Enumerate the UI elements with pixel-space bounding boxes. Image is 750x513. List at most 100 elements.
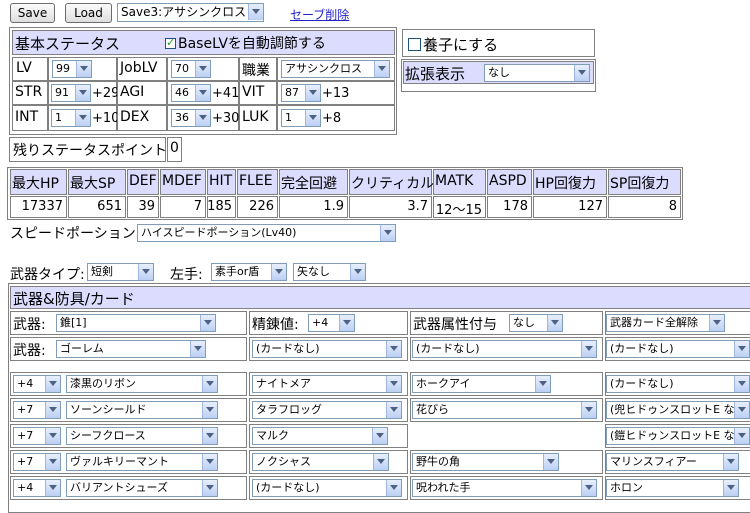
weapon2-value: ゴーレム bbox=[60, 342, 104, 355]
chevron-down-icon bbox=[373, 454, 388, 470]
armor-card3-select-value: (カードなし) bbox=[610, 377, 674, 390]
armor-refine-select[interactable]: +7 bbox=[13, 427, 61, 445]
vit-select[interactable]: 87 bbox=[281, 84, 321, 102]
armor-card2-select[interactable]: 呪われた手 bbox=[412, 479, 597, 497]
armor-item-select[interactable]: ソーンシールド bbox=[66, 401, 218, 419]
chevron-down-icon bbox=[45, 454, 60, 470]
chevron-down-icon bbox=[734, 402, 749, 418]
chevron-down-icon bbox=[372, 428, 387, 444]
armor-card3-select[interactable]: (兜ヒドゥンスロットE なし) bbox=[606, 401, 750, 419]
derived-value: 3.7 bbox=[407, 199, 428, 214]
auto-adjust-checkbox[interactable]: BaseLVを自動調節する bbox=[165, 33, 326, 53]
dex-select[interactable]: 36 bbox=[171, 109, 211, 127]
speed-potion-label: スピードポーション: bbox=[10, 226, 141, 242]
job-select[interactable]: アサシンクロス bbox=[281, 60, 390, 78]
weapon-card3-select[interactable]: (カードなし) bbox=[606, 340, 750, 358]
delete-save-link[interactable]: セーブ削除 bbox=[290, 6, 349, 23]
refine-value: +4 bbox=[312, 316, 329, 329]
extended-select[interactable]: なし bbox=[484, 64, 590, 82]
joblv-select[interactable]: 70 bbox=[171, 60, 211, 78]
card-clear-value: 武器カード全解除 bbox=[610, 316, 698, 329]
chevron-down-icon bbox=[581, 341, 596, 357]
weapon1-select[interactable]: 錐[1] bbox=[56, 314, 216, 332]
job-value: アサシンクロス bbox=[285, 62, 362, 75]
chevron-down-icon bbox=[305, 85, 320, 101]
armor-card1-select[interactable]: ノクシャス bbox=[252, 453, 389, 471]
basic-status-title: 基本ステータス bbox=[15, 35, 121, 53]
derived-header-label: クリティカル bbox=[351, 176, 435, 192]
armor-card1-select-value: タラフロッグ bbox=[256, 403, 322, 416]
armor-refine-select[interactable]: +7 bbox=[13, 453, 61, 471]
chevron-down-icon bbox=[386, 376, 401, 392]
auto-adjust-label: BaseLVを自動調節する bbox=[178, 36, 326, 52]
remaining-points-label: 残りステータスポイント bbox=[13, 143, 167, 159]
chevron-down-icon bbox=[734, 341, 749, 357]
weapon-type-select[interactable]: 短剣 bbox=[87, 263, 154, 281]
save-slot-select[interactable]: Save3:アサシンクロス bbox=[117, 3, 264, 22]
armor-card2-select[interactable]: ホークアイ bbox=[412, 375, 551, 393]
lv-label: LV bbox=[16, 60, 32, 76]
armor-card1-select[interactable]: ナイトメア bbox=[252, 375, 402, 393]
speed-potion-select[interactable]: ハイスピードポーション(Lv40) bbox=[137, 224, 396, 242]
chevron-down-icon bbox=[723, 454, 738, 470]
derived-header-label: ASPD bbox=[489, 173, 527, 189]
armor-card3-select[interactable]: (カードなし) bbox=[606, 375, 750, 393]
armor-card2-select[interactable]: 花びら bbox=[412, 401, 597, 419]
derived-value: 12〜15 bbox=[435, 203, 482, 218]
derived-value: 178 bbox=[503, 199, 528, 214]
load-button[interactable]: Load bbox=[65, 3, 112, 23]
derived-value: 1.9 bbox=[323, 199, 344, 214]
extended-value: なし bbox=[488, 66, 510, 79]
save-button[interactable]: Save bbox=[10, 3, 55, 23]
checkbox-unchecked-icon bbox=[408, 38, 421, 51]
vit-value: 87 bbox=[285, 86, 299, 99]
luk-value: 1 bbox=[285, 111, 292, 124]
weapon-card1-select[interactable]: (カードなし) bbox=[252, 340, 402, 358]
chevron-down-icon bbox=[386, 402, 401, 418]
refine-select[interactable]: +4 bbox=[308, 314, 355, 332]
chevron-down-icon bbox=[45, 376, 60, 392]
element-select[interactable]: なし bbox=[509, 314, 563, 332]
armor-card2-select[interactable]: 野牛の角 bbox=[412, 453, 559, 471]
save-slot-value: Save3:アサシンクロス bbox=[121, 5, 247, 19]
adopt-checkbox[interactable]: 養子にする bbox=[408, 34, 498, 55]
armor-refine-select[interactable]: +4 bbox=[13, 479, 61, 497]
left-hand-select[interactable]: 素手or盾 bbox=[211, 263, 287, 281]
agi-select[interactable]: 46 bbox=[171, 84, 211, 102]
chevron-down-icon bbox=[75, 85, 90, 101]
armor-refine-select[interactable]: +7 bbox=[13, 401, 61, 419]
armor-item-select[interactable]: ヴァルキリーマント bbox=[66, 453, 218, 471]
luk-bonus: +8 bbox=[322, 111, 342, 126]
armor-card1-select[interactable]: マルク bbox=[252, 427, 388, 445]
lv-select[interactable]: 99 bbox=[52, 60, 92, 78]
chevron-down-icon bbox=[45, 402, 60, 418]
armor-card3-select[interactable]: (鎧ヒドゥンスロットE なし) bbox=[606, 427, 750, 445]
weapon2-label: 武器: bbox=[13, 343, 46, 359]
chevron-down-icon bbox=[543, 454, 558, 470]
chevron-down-icon bbox=[386, 341, 401, 357]
armor-item-select[interactable]: バリアントシューズ bbox=[66, 479, 218, 497]
armor-card1-select[interactable]: タラフロッグ bbox=[252, 401, 402, 419]
arrow-select[interactable]: 矢なし bbox=[293, 263, 366, 281]
armor-card3-select[interactable]: ホロン bbox=[606, 479, 739, 497]
armor-refine-select[interactable]: +4 bbox=[13, 375, 61, 393]
armor-card3-select-value: ホロン bbox=[610, 481, 643, 494]
armor-card1-select[interactable]: (カードなし) bbox=[252, 479, 402, 497]
armor-item-select[interactable]: シーフクロース bbox=[66, 427, 218, 445]
derived-header-label: 最大SP bbox=[70, 176, 116, 192]
chevron-down-icon bbox=[75, 110, 90, 126]
derived-header-label: MATK bbox=[435, 173, 474, 189]
armor-refine-select-value: +7 bbox=[17, 455, 34, 468]
armor-item-select[interactable]: 漆黒のリボン bbox=[66, 375, 218, 393]
chevron-down-icon bbox=[195, 85, 210, 101]
str-select[interactable]: 91 bbox=[51, 84, 91, 102]
armor-card3-select[interactable]: マリンスフィアー bbox=[606, 453, 739, 471]
refine-label: 精錬値: bbox=[252, 317, 299, 333]
weapon2-card-select[interactable]: ゴーレム bbox=[56, 340, 206, 358]
card-clear-select[interactable]: 武器カード全解除 bbox=[606, 314, 725, 332]
armor-refine-select-value: +4 bbox=[17, 377, 34, 390]
derived-header-label: 最大HP bbox=[12, 176, 59, 192]
luk-select[interactable]: 1 bbox=[281, 109, 321, 127]
weapon-card2-select[interactable]: (カードなし) bbox=[412, 340, 597, 358]
int-select[interactable]: 1 bbox=[51, 109, 91, 127]
